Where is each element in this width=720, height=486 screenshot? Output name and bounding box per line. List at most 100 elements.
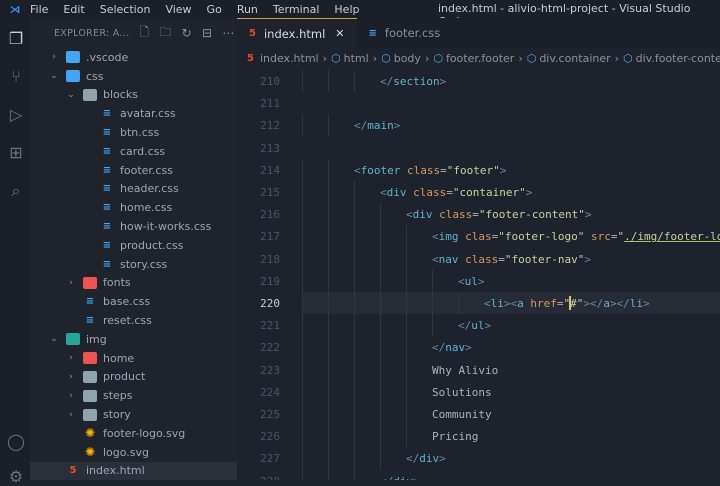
breadcrumb-item[interactable]: html — [344, 52, 369, 65]
menu-terminal[interactable]: Terminal — [273, 3, 320, 16]
tree-item-reset-css[interactable]: ≡ reset.css — [30, 311, 237, 330]
chevron-right-icon: › — [69, 371, 73, 382]
line-number: 220 — [260, 297, 280, 310]
line-number: 222 — [260, 341, 280, 355]
tree-item-logo-svg[interactable]: ✺ logo.svg — [30, 443, 237, 462]
indent-guide — [432, 314, 433, 337]
chevron-right-icon: › — [614, 51, 620, 65]
chevron-right-icon: › — [424, 51, 430, 65]
tree-item-how-it-works-css[interactable]: ≡ how-it-works.css — [30, 217, 237, 236]
tree-item-label: avatar.css — [120, 107, 176, 121]
menu-selection[interactable]: Selection — [100, 3, 151, 16]
indent-guide — [328, 403, 329, 426]
tree-item-blocks[interactable]: ⌄ blocks — [30, 86, 237, 105]
indent-guide — [328, 70, 329, 93]
tree-item-label: base.css — [103, 295, 151, 309]
indent-guide — [302, 269, 303, 292]
tree-item-label: reset.css — [103, 314, 152, 328]
tree-item-btn-css[interactable]: ≡ btn.css — [30, 123, 237, 142]
code-editor[interactable]: 210 </section> 211 212 </main> 213 214 <footer … — [237, 68, 720, 480]
tree-item-label: how-it-works.css — [120, 220, 212, 234]
menu-run[interactable]: Run — [237, 3, 258, 16]
line-number: 224 — [260, 385, 280, 399]
activity-bar: ❐ ⑂ ▷ ⊞ ⌕ ◯ ⚙ — [0, 18, 30, 486]
tab-footer-css[interactable]: ≡ footer.css — [357, 18, 453, 48]
tree-item-css[interactable]: ⌄ css — [30, 67, 237, 86]
indent-guide — [354, 292, 355, 315]
menu-edit[interactable]: Edit — [63, 3, 84, 16]
tree-item-product-css[interactable]: ≡ product.css — [30, 236, 237, 255]
indent-guide — [406, 380, 407, 403]
indent-guide — [302, 469, 303, 480]
indent-guide — [380, 292, 381, 315]
indent-guide — [302, 203, 303, 226]
indent-guide — [406, 269, 407, 292]
explorer-icon[interactable]: ❐ — [7, 30, 25, 48]
tree-item-fonts[interactable]: › fonts — [30, 274, 237, 293]
tree-item-img[interactable]: ⌄ img — [30, 330, 237, 349]
refresh-icon[interactable]: ↻ — [182, 26, 192, 40]
indent-guide — [354, 314, 355, 337]
account-icon[interactable]: ◯ — [7, 433, 25, 451]
source-control-icon[interactable]: ⑂ — [7, 68, 25, 86]
indent-guide — [328, 181, 329, 204]
menu-go[interactable]: Go — [207, 3, 222, 16]
tree-item-label: footer.css — [120, 163, 173, 177]
line-number: 217 — [260, 230, 280, 244]
indent-guide — [328, 314, 329, 337]
tree-item-avatar-css[interactable]: ≡ avatar.css — [30, 104, 237, 123]
breadcrumb-item[interactable]: div.container — [539, 52, 610, 65]
tree-item-story-css[interactable]: ≡ story.css — [30, 255, 237, 274]
extensions-icon[interactable]: ⊞ — [7, 144, 25, 162]
collapse-all-icon[interactable]: ⊟ — [202, 26, 212, 40]
tab-index-html[interactable]: 5 index.html ✕ — [237, 18, 357, 48]
indent-guide — [328, 358, 329, 381]
tree-item-product[interactable]: › product — [30, 368, 237, 387]
tree-item-footer-css[interactable]: ≡ footer.css — [30, 161, 237, 180]
tree-item-vscode[interactable]: › .vscode — [30, 48, 237, 67]
code-line: </div> — [380, 475, 420, 480]
tree-item-label: index.html — [86, 464, 145, 478]
indent-guide — [328, 425, 329, 448]
indent-guide — [380, 336, 381, 359]
tree-item-story[interactable]: › story — [30, 405, 237, 424]
tree-item-base-css[interactable]: ≡ base.css — [30, 292, 237, 311]
breadcrumb-item[interactable]: footer.footer — [446, 52, 514, 65]
settings-icon[interactable]: ⚙ — [7, 468, 25, 486]
tree-item-index-html[interactable]: 5 index.html — [30, 461, 237, 481]
chevron-right-icon: › — [322, 51, 328, 65]
code-line: </ul> — [458, 319, 492, 333]
code-line: </div> — [406, 452, 446, 466]
menu-file[interactable]: File — [30, 3, 48, 16]
tree-item-footer-logo-svg[interactable]: ✺ footer-logo.svg — [30, 424, 237, 443]
breadcrumb-item[interactable]: div.footer-content — [636, 52, 720, 65]
tree-item-home-css[interactable]: ≡ home.css — [30, 198, 237, 217]
css-file-icon: ≡ — [85, 296, 95, 308]
tree-item-card-css[interactable]: ≡ card.css — [30, 142, 237, 161]
tree-item-home[interactable]: › home — [30, 349, 237, 368]
line-number: 219 — [260, 274, 280, 288]
menu-help[interactable]: Help — [334, 3, 359, 16]
indent-guide — [354, 425, 355, 448]
breadcrumb-item[interactable]: body — [394, 52, 421, 65]
tree-item-steps[interactable]: › steps — [30, 386, 237, 405]
new-file-icon[interactable]: 🗋 — [139, 23, 149, 44]
indent-guide — [380, 425, 381, 448]
indent-guide — [302, 70, 303, 93]
new-folder-icon[interactable]: 🗀 — [159, 23, 171, 44]
indent-guide — [432, 269, 433, 292]
search-icon[interactable]: ⌕ — [7, 182, 25, 200]
line-number: 214 — [260, 163, 280, 177]
run-debug-icon[interactable]: ▷ — [7, 106, 25, 124]
line-number: 226 — [260, 430, 280, 444]
close-tab-icon[interactable]: ✕ — [335, 27, 344, 40]
chevron-right-icon: › — [518, 51, 523, 65]
chevron-down-icon: ⌄ — [50, 71, 58, 82]
menu-view[interactable]: View — [165, 3, 191, 16]
code-line: </section> — [380, 75, 447, 88]
more-actions-icon[interactable]: ⋯ — [222, 26, 234, 40]
breadcrumb-item[interactable]: index.html — [260, 52, 319, 65]
tree-item-label: btn.css — [120, 126, 160, 140]
indent-guide — [354, 70, 355, 93]
tree-item-header-css[interactable]: ≡ header.css — [30, 180, 237, 199]
